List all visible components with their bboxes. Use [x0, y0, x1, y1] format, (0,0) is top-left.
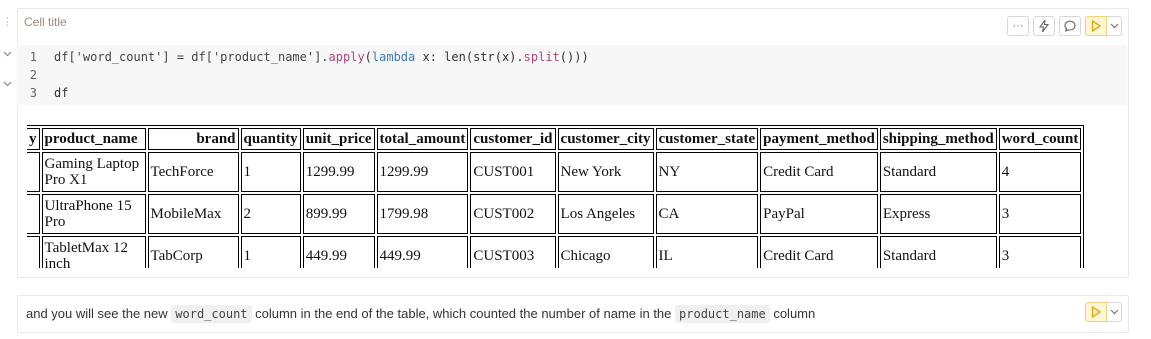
table-cell: IL	[655, 236, 759, 268]
line-number: 1	[29, 50, 37, 64]
chevron-down-icon	[1110, 309, 1118, 315]
dataframe-table: y product_name brand quantity unit_price…	[27, 125, 1085, 268]
lightning-icon	[1039, 20, 1049, 32]
code-token-keyword: lambda	[371, 50, 416, 64]
chevron-down-icon	[1110, 23, 1118, 29]
table-cell	[27, 152, 40, 192]
run-markdown-button[interactable]	[1085, 302, 1107, 322]
table-cell: 1799.98	[376, 194, 469, 234]
table-cell: TechForce	[147, 152, 239, 192]
code-line-1: 1 df['word_count'] = df['product_name'].a…	[17, 48, 589, 66]
comment-icon	[1064, 20, 1076, 32]
column-header: customer_id	[470, 128, 556, 150]
table-cell: Credit Card	[760, 152, 878, 192]
collapse-code-icon[interactable]	[3, 49, 12, 60]
markdown-run-options-dropdown[interactable]	[1107, 302, 1122, 322]
table-cell: MobileMax	[147, 194, 239, 234]
table-cell: 449.99	[376, 236, 469, 268]
table-cell: Standard	[879, 152, 997, 192]
table-cell: 899.99	[302, 194, 375, 234]
table-row: Gaming Laptop Pro X1 TechForce 1 1299.99…	[27, 152, 1082, 192]
table-cell: NY	[655, 152, 759, 192]
line-number: 3	[29, 86, 37, 100]
table-cell: Credit Card	[760, 236, 878, 268]
cell-output: y product_name brand quantity unit_price…	[27, 125, 1113, 268]
play-icon	[1091, 20, 1101, 32]
column-header: brand	[147, 128, 239, 150]
markdown-text-segment: column	[769, 306, 816, 321]
column-header: customer_city	[557, 128, 654, 150]
comment-button[interactable]	[1059, 16, 1081, 36]
table-cell: CUST002	[470, 194, 556, 234]
table-cell: PayPal	[760, 194, 878, 234]
cell-toolbar: ···	[1007, 16, 1122, 36]
code-token: df['word_count'] = df['product_name'].	[54, 50, 329, 64]
run-group	[1085, 16, 1122, 36]
table-cell	[27, 236, 40, 268]
table-cell: 1	[240, 236, 301, 268]
table-cell: 2	[240, 194, 301, 234]
play-icon	[1091, 306, 1101, 318]
inline-code: word_count	[171, 305, 252, 323]
markdown-text-segment: and you will see the new	[26, 306, 172, 321]
table-cell: 4	[998, 152, 1082, 192]
code-line-2: 2	[17, 66, 54, 84]
cell-title[interactable]: Cell title	[24, 15, 67, 29]
table-cell: TabCorp	[147, 236, 239, 268]
column-header: shipping_method	[879, 128, 997, 150]
table-cell: 449.99	[302, 236, 375, 268]
table-cell: Standard	[879, 236, 997, 268]
code-token-function: split	[523, 50, 560, 64]
column-header: quantity	[240, 128, 301, 150]
table-cell: Chicago	[557, 236, 654, 268]
table-cell: 1299.99	[302, 152, 375, 192]
run-options-dropdown[interactable]	[1107, 16, 1122, 36]
table-cell: 3	[998, 194, 1082, 234]
column-header: payment_method	[760, 128, 878, 150]
column-header: customer_state	[655, 128, 759, 150]
code-token: ()))	[559, 50, 589, 64]
table-cell: New York	[557, 152, 654, 192]
column-header: y	[27, 128, 40, 150]
markdown-text: and you will see the new word_count colu…	[26, 305, 816, 323]
table-cell: 3	[998, 236, 1082, 268]
table-row: TabletMax 12 inch TabCorp 1 449.99 449.9…	[27, 236, 1082, 268]
code-editor[interactable]: 1 df['word_count'] = df['product_name'].a…	[17, 45, 1127, 105]
table-cell: Gaming Laptop Pro X1	[41, 152, 146, 192]
column-header: unit_price	[302, 128, 375, 150]
column-header: word_count	[998, 128, 1082, 150]
line-number: 2	[29, 68, 37, 82]
column-header: product_name	[41, 128, 146, 150]
code-token: df	[54, 86, 69, 100]
markdown-text-segment: column in the end of the table, which co…	[251, 306, 676, 321]
table-cell: CUST001	[470, 152, 556, 192]
more-options-button[interactable]: ···	[1007, 16, 1029, 36]
table-cell: 1	[240, 152, 301, 192]
run-cell-button[interactable]	[1085, 16, 1107, 36]
collapse-output-icon[interactable]	[3, 79, 12, 90]
table-cell: CUST003	[470, 236, 556, 268]
table-row: UltraPhone 15 Pro MobileMax 2 899.99 179…	[27, 194, 1082, 234]
table-cell	[27, 194, 40, 234]
table-cell: UltraPhone 15 Pro	[41, 194, 146, 234]
more-icon: ···	[1012, 20, 1024, 32]
table-cell: 1299.99	[376, 152, 469, 192]
code-token: x: len(str(x).	[415, 50, 524, 64]
code-line-3: 3 df	[17, 84, 69, 102]
table-cell: TabletMax 12 inch	[41, 236, 146, 268]
code-token-function: apply	[328, 50, 365, 64]
inline-code: product_name	[675, 305, 770, 323]
table-header-row: y product_name brand quantity unit_price…	[27, 128, 1082, 150]
table-cell: CA	[655, 194, 759, 234]
markdown-run-group	[1085, 302, 1122, 322]
table-cell: Express	[879, 194, 997, 234]
column-header: total_amount	[376, 128, 469, 150]
table-cell: Los Angeles	[557, 194, 654, 234]
code-token: (	[364, 50, 372, 64]
lightning-button[interactable]	[1033, 16, 1055, 36]
